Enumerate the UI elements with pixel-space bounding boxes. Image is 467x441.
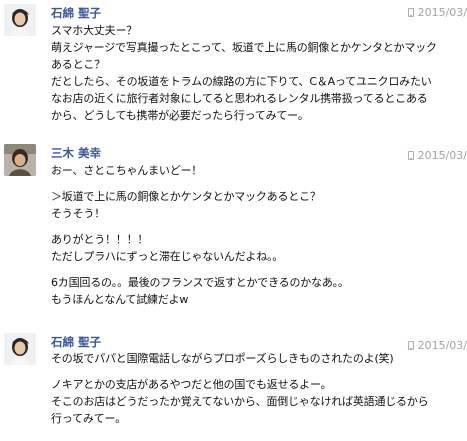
comment-line: なお店の近くに旅行者対象にしてると思われるレンタル携帯扱ってるとこある [51,92,428,105]
comment-author[interactable]: 石綿 聖子 [51,5,101,21]
comment-timestamp[interactable]: 2015/03/ [418,6,467,19]
comment-body: おー、さとこちゃんまいどー！ ＞坂道で上に馬の銅像とかケンタとかマックあるとこ？… [51,162,465,317]
comment-line: 萌えジャージで写真撮ったとこって、坂道で上に馬の銅像とかケンタとかマック [51,41,437,54]
user-avatar-photo-icon [4,144,36,176]
avatar[interactable] [4,333,36,365]
comment-line: もうほんとなんて試練だよw [51,293,189,306]
comment-line: その坂でパパと国際電話しながらプロポーズらしきものされたのよ(笑) [51,352,394,365]
avatar[interactable] [4,4,36,36]
comment-paragraph: おー、さとこちゃんまいどー！ [51,162,465,179]
mobile-phone-icon [407,341,414,350]
comment-paragraph: ＞坂道で上に馬の銅像とかケンタとかマックあるとこ？ そうそう！ [51,188,465,222]
comment-meta: 2015/03/ [407,6,467,19]
comment-body: その坂でパパと国際電話しながらプロポーズらしきものされたのよ(笑) ノキアとかの… [51,350,465,436]
comment-line: ありがとう！！！！ [51,233,149,246]
user-avatar-photo-icon [4,4,36,36]
comment-line: 行ってみてー。 [51,412,126,425]
comment-paragraph: 6カ国回るの。。最後のフランスで返すとかできるのかなあ。。 もうほんとなんて試練… [51,274,465,308]
comment-line: 6カ国回るの。。最後のフランスで返すとかできるのかなあ。。 [51,276,349,289]
comment-line: ただしプラハにずっと滞在じゃないんだよね。。 [51,250,284,263]
comment-paragraph: スマホ大丈夫ー？ 萌えジャージで写真撮ったとこって、坂道で上に馬の銅像とかケンタ… [51,22,465,124]
comment-thread: 石綿 聖子 2015/03/ スマホ大丈夫ー？ 萌えジャージで写真撮ったとこって… [0,0,467,441]
comment-meta: 2015/03/ [407,149,467,162]
comment-line: そうそう！ [51,207,105,220]
comment-author[interactable]: 石綿 聖子 [51,334,101,350]
comment-line: ノキアとかの支店があるやつだと他の国でも返せるよー。 [51,378,332,391]
comment-line: そこのお店はどうだったか覚えてないから、面倒じゃなければ英語通じるから [51,395,429,408]
comment-body: スマホ大丈夫ー？ 萌えジャージで写真撮ったとこって、坂道で上に馬の銅像とかケンタ… [51,22,465,133]
comment-paragraph: ノキアとかの支店があるやつだと他の国でも返せるよー。 そこのお店はどうだったか覚… [51,376,465,427]
comment-line: ＞坂道で上に馬の銅像とかケンタとかマックあるとこ？ [51,190,321,203]
comment-timestamp[interactable]: 2015/03/ [418,149,467,162]
user-avatar-photo-icon [4,333,36,365]
comment-line: スマホ大丈夫ー？ [51,24,138,37]
comment-line: だとしたら、その坂道をトラムの線路の方に下りて、C＆Aってユニクロみたい [51,75,432,88]
avatar[interactable] [4,144,36,176]
comment-line: おー、さとこちゃんまいどー！ [51,164,203,177]
comment-author[interactable]: 三木 美幸 [51,145,101,161]
comment-paragraph: その坂でパパと国際電話しながらプロポーズらしきものされたのよ(笑) [51,350,465,367]
comment-line: から、どうしても携帯が必要だったら行ってみてー。 [51,109,309,122]
mobile-phone-icon [407,151,414,160]
comment-line: あるとこ？ [51,58,105,71]
comment-paragraph: ありがとう！！！！ ただしプラハにずっと滞在じゃないんだよね。。 [51,231,465,265]
mobile-phone-icon [407,8,414,17]
